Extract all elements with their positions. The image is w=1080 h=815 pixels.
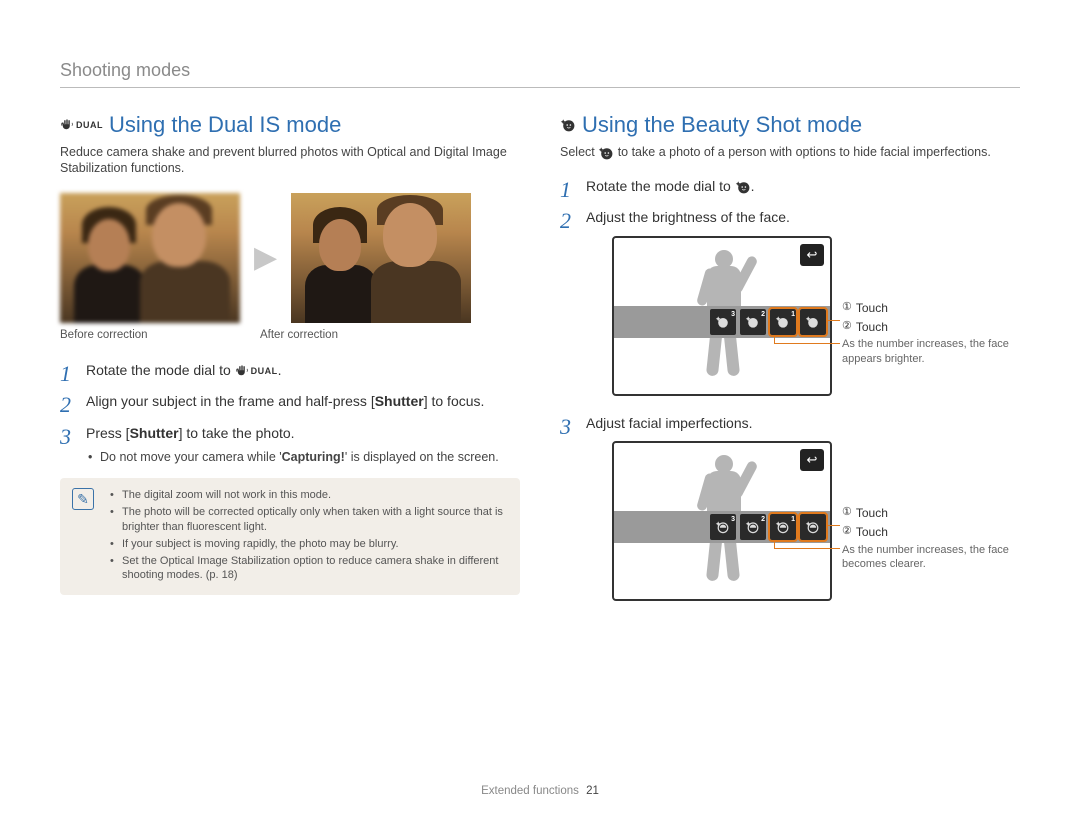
retouch-menu-icon[interactable] xyxy=(800,514,826,540)
page-header-title: Shooting modes xyxy=(60,60,1020,81)
caption-after: After correction xyxy=(260,329,460,341)
beauty-shot-heading: Using the Beauty Shot mode xyxy=(560,112,1020,138)
retouch-legend: ①Touch ②Touch As the number increases, t… xyxy=(842,441,1012,571)
dual-is-heading: DUAL Using the Dual IS mode xyxy=(60,112,520,138)
note-icon: ✎ xyxy=(72,488,94,510)
photo-after xyxy=(291,193,471,323)
beauty-shot-steps: Rotate the mode dial to . Adjust the bri… xyxy=(560,177,1020,602)
dual-is-title-text: Using the Dual IS mode xyxy=(109,112,341,138)
back-button-icon[interactable]: ↩ xyxy=(800,244,824,266)
sparkle-face-icon xyxy=(560,117,576,133)
beauty-step-1: Rotate the mode dial to . xyxy=(560,177,1020,197)
note-item: Set the Optical Image Stabilization opti… xyxy=(110,554,506,584)
right-column: Using the Beauty Shot mode Select to tak… xyxy=(560,112,1020,619)
brightness-level-1-icon[interactable]: 1 xyxy=(770,309,796,335)
photo-before xyxy=(60,193,240,323)
beauty-shot-title-text: Using the Beauty Shot mode xyxy=(582,112,862,138)
brightness-level-3-icon[interactable]: 3 xyxy=(710,309,736,335)
sparkle-face-icon-inline xyxy=(598,145,614,161)
retouch-toolbar: 3 2 1 xyxy=(614,511,830,543)
dual-is-step-3-sub-1: Do not move your camera while 'Capturing… xyxy=(86,449,520,466)
dual-is-step-2: Align your subject in the frame and half… xyxy=(60,392,520,412)
retouch-level-2-icon[interactable]: 2 xyxy=(740,514,766,540)
brightness-toolbar: 3 2 1 xyxy=(614,306,830,338)
note-item: If your subject is moving rapidly, the p… xyxy=(110,537,506,552)
dual-is-steps: Rotate the mode dial to DUAL . Align you… xyxy=(60,361,520,467)
brightness-level-2-icon[interactable]: 2 xyxy=(740,309,766,335)
footer-page-number: 21 xyxy=(586,785,599,797)
back-button-icon[interactable]: ↩ xyxy=(800,449,824,471)
caption-before: Before correction xyxy=(60,329,260,341)
retouch-screen: ↩ 3 2 xyxy=(612,441,832,601)
brightness-screen-row: ↩ 3 2 xyxy=(612,236,1020,396)
hand-dual-icon-inline: DUAL xyxy=(235,364,278,378)
dual-is-intro: Reduce camera shake and prevent blurred … xyxy=(60,144,520,177)
sparkle-face-icon-inline-2 xyxy=(735,179,751,195)
brightness-screen: ↩ 3 2 xyxy=(612,236,832,396)
photo-comparison-row: ▶ xyxy=(60,193,520,323)
beauty-step-2: Adjust the brightness of the face. ↩ xyxy=(560,208,1020,396)
brightness-legend-note: As the number increases, the face appear… xyxy=(842,337,1012,366)
page-footer: Extended functions 21 xyxy=(0,785,1080,797)
page-header: Shooting modes xyxy=(60,60,1020,88)
retouch-screen-row: ↩ 3 2 xyxy=(612,441,1020,601)
note-item: The digital zoom will not work in this m… xyxy=(110,488,506,503)
arrow-right-icon: ▶ xyxy=(254,240,277,275)
dual-is-step-1: Rotate the mode dial to DUAL . xyxy=(60,361,520,381)
dual-is-step-3-sub: Do not move your camera while 'Capturing… xyxy=(86,449,520,466)
content-columns: DUAL Using the Dual IS mode Reduce camer… xyxy=(60,112,1020,619)
brightness-menu-icon[interactable] xyxy=(800,309,826,335)
retouch-level-1-icon[interactable]: 1 xyxy=(770,514,796,540)
beauty-step-3: Adjust facial imperfections. ↩ 3 xyxy=(560,414,1020,602)
left-column: DUAL Using the Dual IS mode Reduce camer… xyxy=(60,112,520,619)
note-box: ✎ The digital zoom will not work in this… xyxy=(60,478,520,595)
dual-label: DUAL xyxy=(76,120,103,130)
retouch-level-3-icon[interactable]: 3 xyxy=(710,514,736,540)
brightness-legend: ①Touch ②Touch As the number increases, t… xyxy=(842,236,1012,366)
note-item: The photo will be corrected optically on… xyxy=(110,505,506,535)
photo-captions: Before correction After correction xyxy=(60,329,520,341)
dual-is-step-3: Press [Shutter] to take the photo. Do no… xyxy=(60,424,520,466)
note-list: The digital zoom will not work in this m… xyxy=(110,488,506,583)
beauty-shot-intro: Select to take a photo of a person with … xyxy=(560,144,1020,161)
retouch-legend-note: As the number increases, the face become… xyxy=(842,543,1012,572)
hand-dual-icon: DUAL xyxy=(60,118,103,132)
footer-section: Extended functions xyxy=(481,785,579,797)
